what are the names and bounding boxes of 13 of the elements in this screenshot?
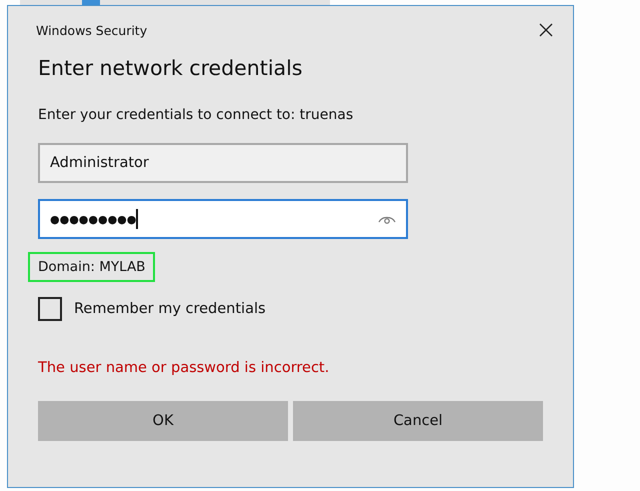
password-field[interactable]: ●●●●●●●●●: [38, 199, 408, 239]
prompt-text: Enter your credentials to connect to: truenas: [38, 107, 354, 123]
remember-checkbox[interactable]: [38, 297, 62, 321]
dialog-heading: Enter network credentials: [38, 56, 304, 80]
close-button[interactable]: [539, 23, 553, 37]
error-message: The user name or password is incorrect.: [38, 360, 330, 376]
username-field[interactable]: Administrator: [38, 143, 408, 183]
window-title: Windows Security: [36, 22, 148, 38]
close-icon: [539, 23, 553, 37]
checkbox-label[interactable]: Remember my credentials: [74, 301, 266, 317]
ok-button[interactable]: OK: [38, 401, 288, 441]
domain-label: Domain: MYLAB: [28, 252, 156, 282]
cancel-button[interactable]: Cancel: [293, 401, 543, 441]
